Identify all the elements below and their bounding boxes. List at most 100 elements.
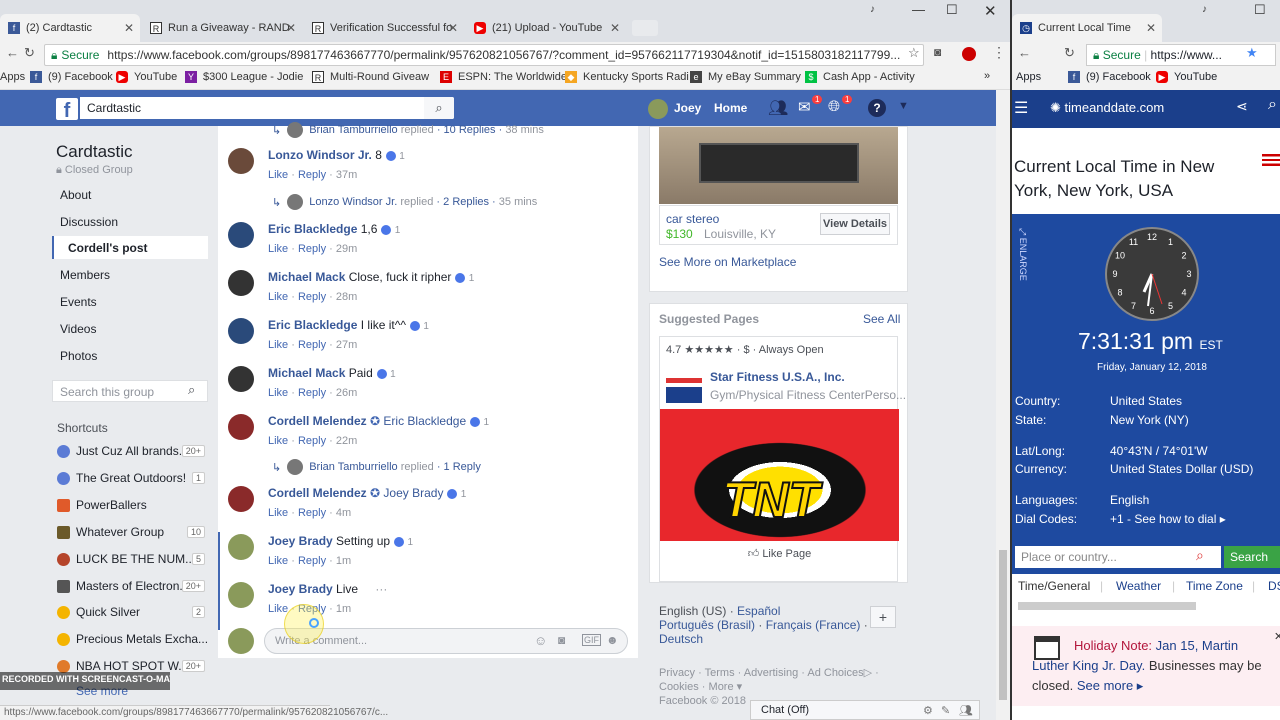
comment-author[interactable]: Eric Blackledge	[268, 318, 357, 332]
menu-icon[interactable]: ⋮	[992, 44, 1006, 61]
like-link[interactable]: Like	[268, 507, 288, 519]
hamburger-menu-icon[interactable]: ☰	[1014, 98, 1028, 118]
avatar[interactable]	[228, 318, 254, 344]
terms-link[interactable]: Terms	[705, 667, 735, 679]
avatar[interactable]	[228, 148, 254, 174]
star-icon[interactable]: ☆	[908, 45, 920, 61]
avatar[interactable]	[648, 99, 668, 119]
shortcut-item[interactable]: LUCK BE THE NUM... 5	[57, 552, 205, 566]
extension-icon[interactable]	[962, 47, 976, 61]
language-portugues[interactable]: Português (Brasil)	[659, 618, 755, 632]
language-francais[interactable]: Français (France)	[766, 618, 861, 632]
nav-members[interactable]: Members	[60, 268, 110, 282]
bookmark-facebook[interactable]: f (9) Facebook	[30, 71, 113, 83]
shortcut-item[interactable]: PowerBallers	[57, 498, 205, 512]
like-link[interactable]: Like	[268, 339, 288, 351]
search-icon[interactable]: ⌕	[424, 97, 454, 119]
search-icon[interactable]: ⌕	[1268, 96, 1277, 114]
close-icon[interactable]: ✕	[286, 21, 296, 35]
reply-link[interactable]: Reply	[298, 291, 326, 303]
like-link[interactable]: Like	[268, 291, 288, 303]
shortcut-item[interactable]: Quick Silver 2	[57, 605, 205, 619]
share-icon[interactable]: ⋖	[1236, 98, 1248, 115]
close-icon[interactable]: ✕	[610, 21, 620, 35]
notifications-icon[interactable]: 🌐︎	[828, 98, 840, 115]
group-chat-icon[interactable]: 👥︎	[959, 704, 973, 717]
camera-icon[interactable]: ◙	[558, 633, 565, 647]
privacy-link[interactable]: Privacy	[659, 667, 695, 679]
more-link[interactable]: More	[709, 681, 734, 693]
horizontal-scrollbar[interactable]	[1018, 602, 1196, 610]
reload-icon[interactable]: ↻	[1064, 45, 1075, 61]
reload-icon[interactable]: ↻	[24, 45, 35, 61]
scrollbar-thumb[interactable]	[999, 550, 1007, 700]
like-link[interactable]: Like	[268, 555, 288, 567]
nav-cordells-post[interactable]: Cordell's post	[68, 241, 148, 255]
back-icon[interactable]: ←	[1018, 45, 1031, 60]
gif-icon[interactable]: GIF	[582, 634, 601, 646]
comment-author[interactable]: Michael Mack	[268, 270, 345, 284]
tab-random-giveaway[interactable]: R Run a Giveaway - RAND ✕	[142, 14, 302, 42]
maximize-button[interactable]: ☐	[1254, 2, 1266, 18]
shortcut-item[interactable]: NBA HOT SPOT W... 20+	[57, 659, 205, 673]
emoji-icon[interactable]: ☺	[534, 633, 547, 648]
advertising-link[interactable]: Advertising	[744, 667, 798, 679]
like-link[interactable]: Like	[268, 387, 288, 399]
avatar[interactable]	[228, 366, 254, 392]
bookmark-apps[interactable]: Apps	[0, 71, 25, 83]
comment-mention[interactable]: Eric Blackledge	[383, 414, 466, 428]
avatar[interactable]	[228, 414, 254, 440]
like-link[interactable]: Like	[268, 243, 288, 255]
reply-link[interactable]: Reply	[298, 555, 326, 567]
tab-time-zone[interactable]: Time Zone	[1186, 579, 1243, 593]
facebook-logo-icon[interactable]: f	[56, 98, 78, 122]
shortcut-item[interactable]: Just Cuz All brands... 20+	[57, 444, 205, 458]
avatar[interactable]	[228, 486, 254, 512]
shortcut-item[interactable]: Whatever Group 10	[57, 525, 205, 539]
comment-author[interactable]: Lonzo Windsor Jr.	[268, 148, 372, 162]
comment-author[interactable]: Michael Mack	[268, 366, 345, 380]
group-name[interactable]: Cardtastic	[56, 142, 133, 162]
star-fitness-logo[interactable]	[666, 367, 702, 403]
nav-discussion[interactable]: Discussion	[60, 215, 118, 229]
bookmark-youtube[interactable]: ▶ YouTube	[1156, 71, 1217, 83]
comment-author[interactable]: Eric Blackledge	[268, 222, 357, 236]
bookmark-cashapp[interactable]: $ Cash App - Activity	[805, 71, 915, 83]
like-link[interactable]: Like	[268, 603, 288, 615]
bookmark-facebook[interactable]: f (9) Facebook	[1068, 71, 1151, 83]
new-tab-button[interactable]	[632, 20, 658, 36]
place-search-input[interactable]: Place or country...	[1015, 546, 1221, 568]
cookies-link[interactable]: Cookies	[659, 681, 699, 693]
like-link[interactable]: Like	[268, 435, 288, 447]
item-name[interactable]: car stereo	[666, 212, 719, 226]
nav-photos[interactable]: Photos	[60, 349, 97, 363]
gear-icon[interactable]: ⚙︎	[923, 704, 933, 717]
reply-link[interactable]: Reply	[298, 435, 326, 447]
tab-dst[interactable]: DS	[1268, 579, 1280, 593]
bookmark-multiround[interactable]: R Multi-Round Giveaw	[312, 71, 429, 83]
window-close-button[interactable]: ✕	[984, 2, 997, 20]
sticker-icon[interactable]: ☻	[606, 633, 619, 647]
comment-author[interactable]: Cordell Melendez	[268, 414, 367, 428]
reply-link[interactable]: Reply	[298, 169, 326, 181]
search-group-input[interactable]: Search this group	[52, 380, 208, 402]
more-bookmarks-icon[interactable]: »	[984, 70, 990, 82]
home-link[interactable]: Home	[714, 101, 747, 115]
tab-current-local-time[interactable]: ◷ Current Local Time ✕	[1012, 14, 1162, 42]
close-icon[interactable]: ✕	[1274, 630, 1280, 643]
messenger-icon[interactable]: ✉︎	[798, 98, 811, 116]
car-stereo-image[interactable]	[659, 127, 898, 204]
minimize-button[interactable]: —	[912, 2, 925, 17]
user-icon[interactable]: ♪	[870, 4, 875, 15]
see-all-link[interactable]: See All	[863, 312, 900, 326]
chevron-down-icon[interactable]: ▼	[898, 100, 909, 112]
avatar[interactable]	[228, 534, 254, 560]
marketplace-item[interactable]: car stereo $130 Louisville, KY View Deta…	[659, 205, 898, 245]
reply-link[interactable]: Reply	[298, 339, 326, 351]
search-icon[interactable]: ⌕	[188, 382, 195, 398]
comment-mention[interactable]: Joey Brady	[383, 486, 443, 500]
profile-link[interactable]: Joey	[674, 101, 701, 115]
shortcut-item[interactable]: Precious Metals Excha...	[57, 632, 208, 646]
help-icon[interactable]: ?	[868, 99, 886, 117]
tab-cardtastic[interactable]: f (2) Cardtastic ✕	[0, 14, 140, 42]
